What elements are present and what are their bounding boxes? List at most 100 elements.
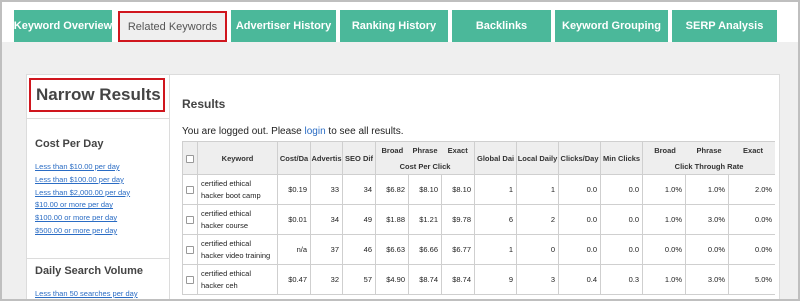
col-header-seo-difficulty[interactable]: SEO Dif [342,141,376,175]
cell-advertisers: 32 [310,264,343,295]
row-checkbox[interactable] [186,276,194,284]
col-header-keyword[interactable]: Keyword [197,141,278,175]
cell-cpc-phrase: $6.66 [408,234,442,265]
cell-global-daily: 1 [474,174,518,205]
select-all-checkbox-cell[interactable] [182,141,198,175]
tab-bar: Keyword Overview Related Keywords Advert… [2,2,798,42]
cell-clicks-day: 0.0 [558,204,602,235]
filter-link-less-100[interactable]: Less than $100.00 per day [35,174,169,187]
cell-keyword: certified ethical hacker course [197,204,278,235]
filter-link-less-10[interactable]: Less than $10.00 per day [35,161,169,174]
cell-keyword: certified ethical hacker ceh [197,264,278,295]
cell-advertisers: 37 [310,234,343,265]
cell-cpc-broad: $1.88 [375,204,409,235]
cell-local-daily: 1 [516,174,560,205]
col-header-cost-day[interactable]: Cost/Da [277,141,311,175]
col-group-label-click-through-rate: Click Through Rate [674,161,744,171]
cell-ctr-broad: 1.0% [642,264,687,295]
col-header-advertisers[interactable]: Advertis [310,141,343,175]
filter-link-less-50-searches[interactable]: Less than 50 searches per day [35,288,169,299]
cell-clicks-day: 0.4 [558,264,602,295]
cell-seo-difficulty: 57 [342,264,376,295]
logged-out-prefix: You are logged out. Please [182,126,305,137]
row-checkbox-cell[interactable] [182,174,198,205]
cell-cpc-exact: $8.10 [440,174,476,205]
tab-keyword-grouping[interactable]: Keyword Grouping [555,10,668,42]
cell-ctr-phrase: 0.0% [685,234,730,265]
row-checkbox-cell[interactable] [182,264,198,295]
filter-link-500-or-more[interactable]: $500.00 or more per day [35,225,169,238]
col-header-cpc-phrase[interactable]: Phrase [409,146,442,155]
daily-search-volume-section: Daily Search Volume Less than 50 searche… [35,265,169,299]
cell-cpc-phrase: $8.10 [408,174,442,205]
col-header-ctr-exact[interactable]: Exact [731,146,775,155]
cell-ctr-broad: 1.0% [642,204,687,235]
narrow-results-sidebar: Narrow Results Cost Per Day Less than $1… [26,74,170,299]
results-title: Results [182,97,226,111]
row-checkbox-cell[interactable] [182,204,198,235]
cost-per-day-heading: Cost Per Day [35,138,104,150]
cell-ctr-broad: 1.0% [642,174,687,205]
filter-link-10-or-more[interactable]: $10.00 or more per day [35,199,169,212]
cell-cpc-exact: $8.74 [440,264,476,295]
results-table-wrapper: Keyword Cost/Da Advertis SEO Dif Broad P… [182,141,775,299]
col-group-cost-per-click: Broad Phrase Exact Cost Per Click [374,141,476,175]
cell-cpc-exact: $6.77 [440,234,476,265]
cell-clicks-day: 0.0 [558,174,602,205]
col-header-clicks-day[interactable]: Clicks/Day [558,141,602,175]
col-header-min-clicks[interactable]: Min Clicks [600,141,644,175]
cell-cpc-phrase: $8.74 [408,264,442,295]
table-row: certified ethical hacker ceh $0.47 32 57… [182,264,775,295]
col-header-global-daily[interactable]: Global Dai [474,141,518,175]
row-checkbox[interactable] [186,216,194,224]
cell-advertisers: 33 [310,174,343,205]
col-header-ctr-broad[interactable]: Broad [644,146,687,155]
cell-ctr-exact: 0.0% [728,204,775,235]
col-header-cpc-broad[interactable]: Broad [377,146,409,155]
tab-advertiser-history[interactable]: Advertiser History [231,10,336,42]
login-link[interactable]: login [305,126,326,137]
table-row: certified ethical hacker course $0.01 34… [182,204,775,235]
cell-ctr-broad: 0.0% [642,234,687,265]
table-row: certified ethical hacker boot camp $0.19… [182,174,775,205]
cell-min-clicks: 0.0 [600,234,644,265]
filter-link-less-2000[interactable]: Less than $2,000.00 per day [35,187,169,200]
table-row: certified ethical hacker video training … [182,234,775,265]
col-header-local-daily[interactable]: Local Daily [516,141,560,175]
row-checkbox[interactable] [186,246,194,254]
col-header-cpc-exact[interactable]: Exact [441,146,473,155]
cell-ctr-exact: 2.0% [728,174,775,205]
cell-cpc-broad: $4.90 [375,264,409,295]
cell-cost-day: $0.19 [277,174,311,205]
tab-backlinks[interactable]: Backlinks [452,10,551,42]
select-all-checkbox[interactable] [186,154,194,163]
cell-local-daily: 0 [516,234,560,265]
table-header-row: Keyword Cost/Da Advertis SEO Dif Broad P… [182,141,775,175]
tab-related-keywords[interactable]: Related Keywords [118,11,227,42]
tab-keyword-overview[interactable]: Keyword Overview [14,10,112,42]
cell-local-daily: 2 [516,204,560,235]
cell-cpc-exact: $9.78 [440,204,476,235]
cell-global-daily: 9 [474,264,518,295]
tab-serp-analysis[interactable]: SERP Analysis [672,10,777,42]
cell-min-clicks: 0.0 [600,174,644,205]
tab-ranking-history[interactable]: Ranking History [340,10,448,42]
cell-cost-day: n/a [277,234,311,265]
cell-cost-day: $0.47 [277,264,311,295]
cell-cpc-broad: $6.82 [375,174,409,205]
cell-cost-day: $0.01 [277,204,311,235]
cell-min-clicks: 0.3 [600,264,644,295]
narrow-results-title: Narrow Results [29,78,165,112]
cell-clicks-day: 0.0 [558,234,602,265]
cell-ctr-phrase: 3.0% [685,264,730,295]
row-checkbox[interactable] [186,186,194,194]
cell-seo-difficulty: 34 [342,174,376,205]
cell-global-daily: 6 [474,204,518,235]
col-header-ctr-phrase[interactable]: Phrase [687,146,731,155]
cell-min-clicks: 0.0 [600,204,644,235]
filter-link-100-or-more[interactable]: $100.00 or more per day [35,212,169,225]
cell-cpc-broad: $6.63 [375,234,409,265]
cell-cpc-phrase: $1.21 [408,204,442,235]
row-checkbox-cell[interactable] [182,234,198,265]
sidebar-divider [27,258,169,259]
